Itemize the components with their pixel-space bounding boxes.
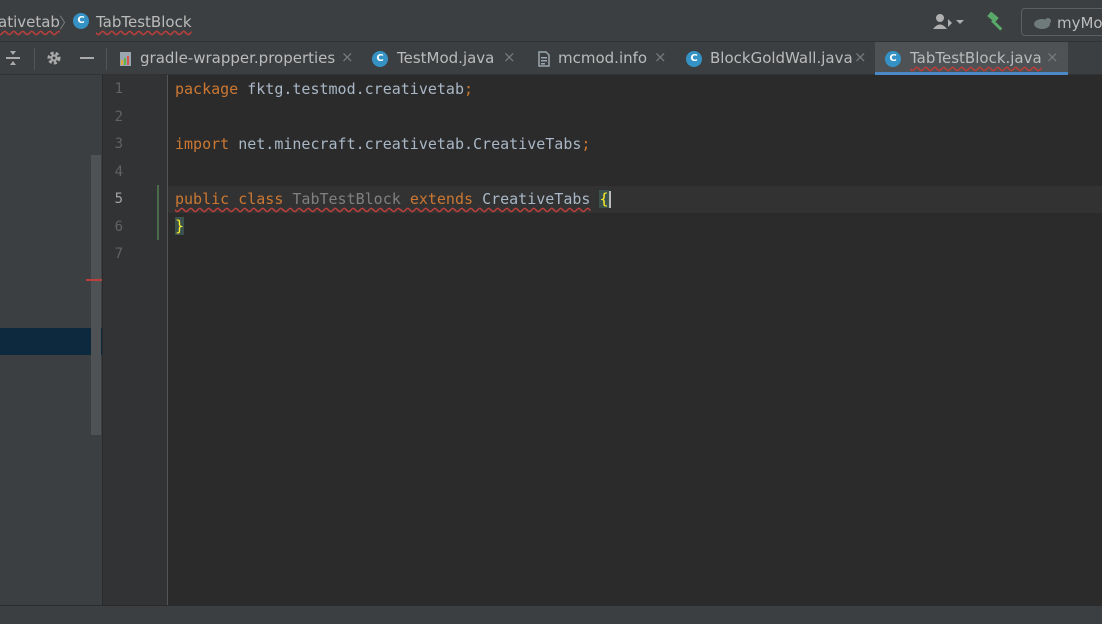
- navigation-bar: ativetab 〉 C TabTestBlock myMo: [0, 0, 1102, 42]
- build-hammer-icon[interactable]: [986, 11, 1006, 32]
- change-marker[interactable]: [157, 185, 159, 240]
- code-line-1: package fktg.testmod.creativetab;: [175, 80, 473, 98]
- gradle-file-icon: [118, 51, 134, 67]
- close-icon[interactable]: ×: [341, 48, 354, 66]
- close-icon[interactable]: ×: [654, 48, 667, 66]
- keyword-public: public: [175, 190, 230, 208]
- current-line-number: 5: [114, 191, 123, 207]
- breadcrumb-package[interactable]: ativetab: [0, 13, 60, 31]
- semicolon: ;: [581, 135, 591, 153]
- project-tool-window[interactable]: [0, 75, 102, 605]
- editor-gutter[interactable]: 1 2 3 4 5 6 7: [102, 75, 168, 605]
- keyword-extends: extends: [409, 190, 474, 208]
- tab-label: TabTestBlock.java: [910, 49, 1042, 67]
- java-class-icon: C: [372, 51, 388, 67]
- code-line-5: public class TabTestBlock extends Creati…: [175, 190, 611, 208]
- tab-label: mcmod.info: [558, 49, 648, 67]
- close-brace: }: [175, 217, 185, 235]
- project-scrollbar[interactable]: [91, 155, 101, 435]
- text-caret: [608, 191, 611, 208]
- run-configuration-label: myMo: [1057, 14, 1102, 32]
- line-number: 2: [114, 109, 123, 125]
- toolbar-separator: [106, 48, 107, 70]
- java-class-icon: C: [885, 51, 901, 67]
- line-number: 6: [114, 219, 123, 235]
- keyword-class: class: [238, 190, 284, 208]
- code-editor[interactable]: package fktg.testmod.creativetab; import…: [168, 75, 1102, 605]
- tab-blockgoldwall-java[interactable]: C BlockGoldWall.java ×: [680, 42, 870, 75]
- tab-label: BlockGoldWall.java: [710, 49, 853, 67]
- toolbar-separator: [34, 48, 35, 70]
- status-bar: [0, 605, 1102, 624]
- run-configuration-selector[interactable]: myMo: [1021, 8, 1102, 36]
- tab-gradle-wrapper-properties[interactable]: gradle-wrapper.properties ×: [112, 42, 364, 75]
- package-name: fktg.testmod.creativetab: [238, 80, 464, 98]
- breadcrumb-separator: 〉: [59, 14, 75, 32]
- tab-tabtestblock-java[interactable]: C TabTestBlock.java ×: [875, 42, 1068, 75]
- semicolon: ;: [464, 80, 474, 98]
- line-number: 1: [114, 81, 123, 97]
- class-icon: C: [73, 13, 89, 29]
- code-line-3: import net.minecraft.creativetab.Creativ…: [175, 135, 590, 153]
- selected-tree-row[interactable]: [0, 328, 102, 355]
- java-class-icon: C: [686, 51, 702, 67]
- gear-icon[interactable]: [46, 50, 62, 66]
- line-number: 4: [114, 164, 123, 180]
- account-dropdown-icon[interactable]: [932, 13, 966, 31]
- close-icon[interactable]: ×: [503, 48, 516, 66]
- superclass-name: CreativeTabs: [482, 190, 591, 208]
- editor-tab-bar: gradle-wrapper.properties × C TestMod.ja…: [0, 42, 1102, 75]
- import-path: net.minecraft.creativetab.CreativeTabs: [229, 135, 582, 153]
- line-number: 7: [114, 246, 123, 262]
- tab-label: TestMod.java: [397, 49, 495, 67]
- class-name: TabTestBlock: [292, 190, 401, 208]
- error-stripe-mark[interactable]: [86, 279, 102, 281]
- text-file-icon: [536, 51, 552, 67]
- line-number: 3: [114, 136, 123, 152]
- close-icon[interactable]: ×: [1046, 48, 1059, 66]
- open-brace: {: [599, 190, 609, 208]
- collapse-all-icon[interactable]: [5, 50, 21, 66]
- hide-panel-icon[interactable]: [79, 50, 95, 66]
- keyword-package: package: [175, 80, 239, 98]
- tab-mcmod-info[interactable]: mcmod.info ×: [530, 42, 676, 75]
- breadcrumb-class[interactable]: TabTestBlock: [96, 13, 192, 31]
- close-icon[interactable]: ×: [854, 48, 867, 66]
- tab-testmod-java[interactable]: C TestMod.java ×: [366, 42, 526, 75]
- code-line-6: }: [175, 217, 185, 235]
- keyword-import: import: [175, 135, 230, 153]
- gradle-elephant-icon: [1032, 15, 1052, 29]
- tab-label: gradle-wrapper.properties: [140, 49, 336, 67]
